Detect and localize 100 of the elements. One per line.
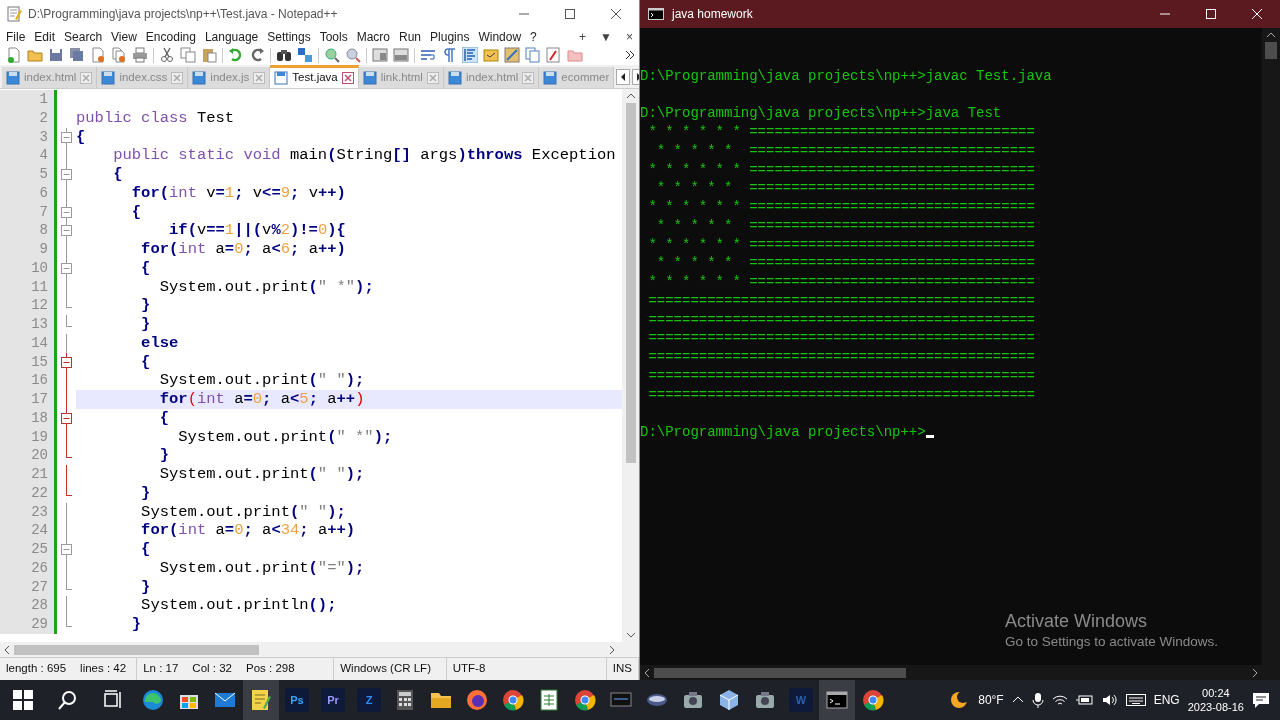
windows-icon[interactable] — [10, 688, 35, 712]
replace-icon[interactable] — [297, 47, 313, 63]
code-line: System.out.print(" "); — [158, 371, 366, 390]
fold-toggle-icon[interactable] — [61, 165, 72, 184]
print-icon[interactable] — [132, 47, 148, 63]
chrome-icon[interactable] — [501, 688, 525, 712]
open-folder-icon[interactable] — [27, 47, 43, 63]
zoom-in-icon[interactable] — [324, 47, 340, 63]
window-title: java homework — [672, 6, 753, 23]
menu-item[interactable]: Settings — [267, 27, 311, 46]
app-icon[interactable]: Pr — [321, 688, 345, 712]
cube-icon[interactable] — [717, 688, 741, 712]
scroll-thumb[interactable] — [654, 667, 906, 678]
window-icon[interactable] — [393, 47, 409, 63]
status-text: length : 695 — [6, 661, 67, 677]
notepad-icon[interactable] — [249, 688, 273, 712]
fold-toggle-icon[interactable] — [61, 202, 72, 222]
fold-toggle-icon[interactable] — [61, 127, 72, 147]
volume-icon[interactable] — [1101, 693, 1118, 707]
undo-icon[interactable] — [228, 47, 244, 63]
fox-globe-icon[interactable] — [465, 688, 489, 712]
indent-guide-icon[interactable] — [462, 47, 478, 63]
code-line: System.out.print(" *"); — [158, 277, 375, 297]
code-line: for(int a=0; a<34; a++) — [140, 521, 357, 540]
new-file-icon[interactable] — [6, 47, 22, 63]
doc-map-icon[interactable] — [483, 47, 499, 63]
binoculars-icon[interactable] — [276, 47, 292, 63]
menu-button[interactable]: × — [626, 27, 633, 46]
close-file-icon[interactable] — [90, 47, 106, 63]
fold-guide-line — [66, 277, 67, 297]
status-text: lines : 42 — [80, 661, 127, 677]
scroll-thumb[interactable] — [1265, 42, 1277, 59]
scroll-thumb[interactable] — [14, 644, 259, 655]
scrollbar[interactable] — [640, 665, 1280, 680]
scrollbar[interactable] — [0, 642, 639, 657]
spreadsheet-icon[interactable] — [537, 688, 561, 712]
save-icon — [6, 70, 20, 85]
scroll-thumb[interactable] — [625, 103, 636, 463]
pilcrow-icon[interactable] — [441, 47, 457, 63]
map-icon[interactable] — [504, 47, 520, 63]
window-icon[interactable] — [372, 47, 388, 63]
battery-icon[interactable] — [1075, 694, 1094, 706]
app-icon[interactable]: Z — [357, 688, 381, 712]
fold-toggle-icon[interactable] — [61, 258, 72, 278]
menu-item[interactable]: Macro — [356, 27, 390, 46]
menu-item[interactable]: Encoding — [145, 27, 196, 46]
language-indicator[interactable]: ENG — [1153, 691, 1180, 709]
save-all-icon[interactable] — [69, 47, 85, 63]
menu-item[interactable]: Search — [64, 27, 103, 46]
menu-item[interactable]: Edit — [34, 27, 56, 46]
paste-icon[interactable] — [201, 47, 217, 63]
code-line: for(int v=1; v<=9; v++) — [130, 183, 347, 203]
menu-item[interactable]: ? — [530, 27, 537, 46]
file-tab[interactable]: Test.java — [270, 65, 359, 88]
more-tools-icon[interactable] — [625, 50, 635, 60]
menu-item[interactable]: Run — [399, 27, 422, 46]
zoom-out-icon[interactable] — [345, 47, 361, 63]
menu-button[interactable]: ▼ — [600, 27, 612, 46]
menu-item[interactable]: View — [111, 27, 137, 46]
app-icon[interactable]: Ps — [285, 688, 309, 712]
fold-toggle-icon[interactable] — [61, 352, 72, 372]
function-list-icon[interactable] — [546, 47, 562, 63]
clock-date[interactable]: 2023-08-16 — [1187, 700, 1244, 714]
menu-item[interactable]: Window — [478, 27, 522, 46]
notifications-icon[interactable] — [1252, 691, 1270, 709]
clock-time[interactable]: 00:24 — [1187, 686, 1244, 700]
code-line: System.out.println(); — [140, 596, 338, 615]
code-line: } — [140, 315, 152, 334]
fold-guide-line — [66, 427, 67, 447]
microphone-icon[interactable] — [1031, 692, 1044, 708]
status-text: Pos : 298 — [246, 661, 295, 677]
menu-item[interactable]: File — [6, 27, 26, 46]
scrollbar[interactable] — [622, 89, 639, 642]
keyboard-icon[interactable] — [1125, 694, 1146, 706]
redo-icon[interactable] — [249, 47, 265, 63]
menu-item[interactable]: Plugins — [430, 27, 470, 46]
close-all-icon[interactable] — [111, 47, 127, 63]
cut-icon[interactable] — [159, 47, 175, 63]
terminal-line: * * * * * ================================== — [655, 216, 1036, 236]
code-line: { — [140, 352, 152, 372]
window-title: D:\Programming\java projects\np++\Test.java - Notepad++ — [28, 6, 338, 23]
menu-button[interactable]: + — [579, 27, 587, 46]
fold-toggle-icon[interactable] — [61, 221, 72, 241]
fold-toggle-icon[interactable] — [61, 540, 72, 559]
browser-icon[interactable] — [141, 688, 165, 712]
wifi-icon[interactable] — [1051, 693, 1068, 707]
close-icon[interactable] — [611, 9, 621, 19]
chrome-icon[interactable] — [573, 688, 597, 712]
word-wrap-icon[interactable] — [420, 47, 436, 63]
fold-toggle-icon[interactable] — [61, 408, 72, 428]
close-tab-icon[interactable] — [341, 72, 354, 84]
save-icon[interactable] — [48, 47, 64, 63]
menu-item[interactable]: Tools — [319, 27, 348, 46]
maximize-icon[interactable] — [565, 9, 575, 19]
documents-icon[interactable] — [525, 47, 541, 63]
console-icon[interactable] — [825, 688, 849, 712]
line-number: 16 — [0, 371, 54, 390]
menu-item[interactable]: Language — [204, 27, 259, 46]
chrome-icon[interactable] — [861, 688, 885, 712]
scrollbar[interactable] — [1262, 28, 1280, 665]
